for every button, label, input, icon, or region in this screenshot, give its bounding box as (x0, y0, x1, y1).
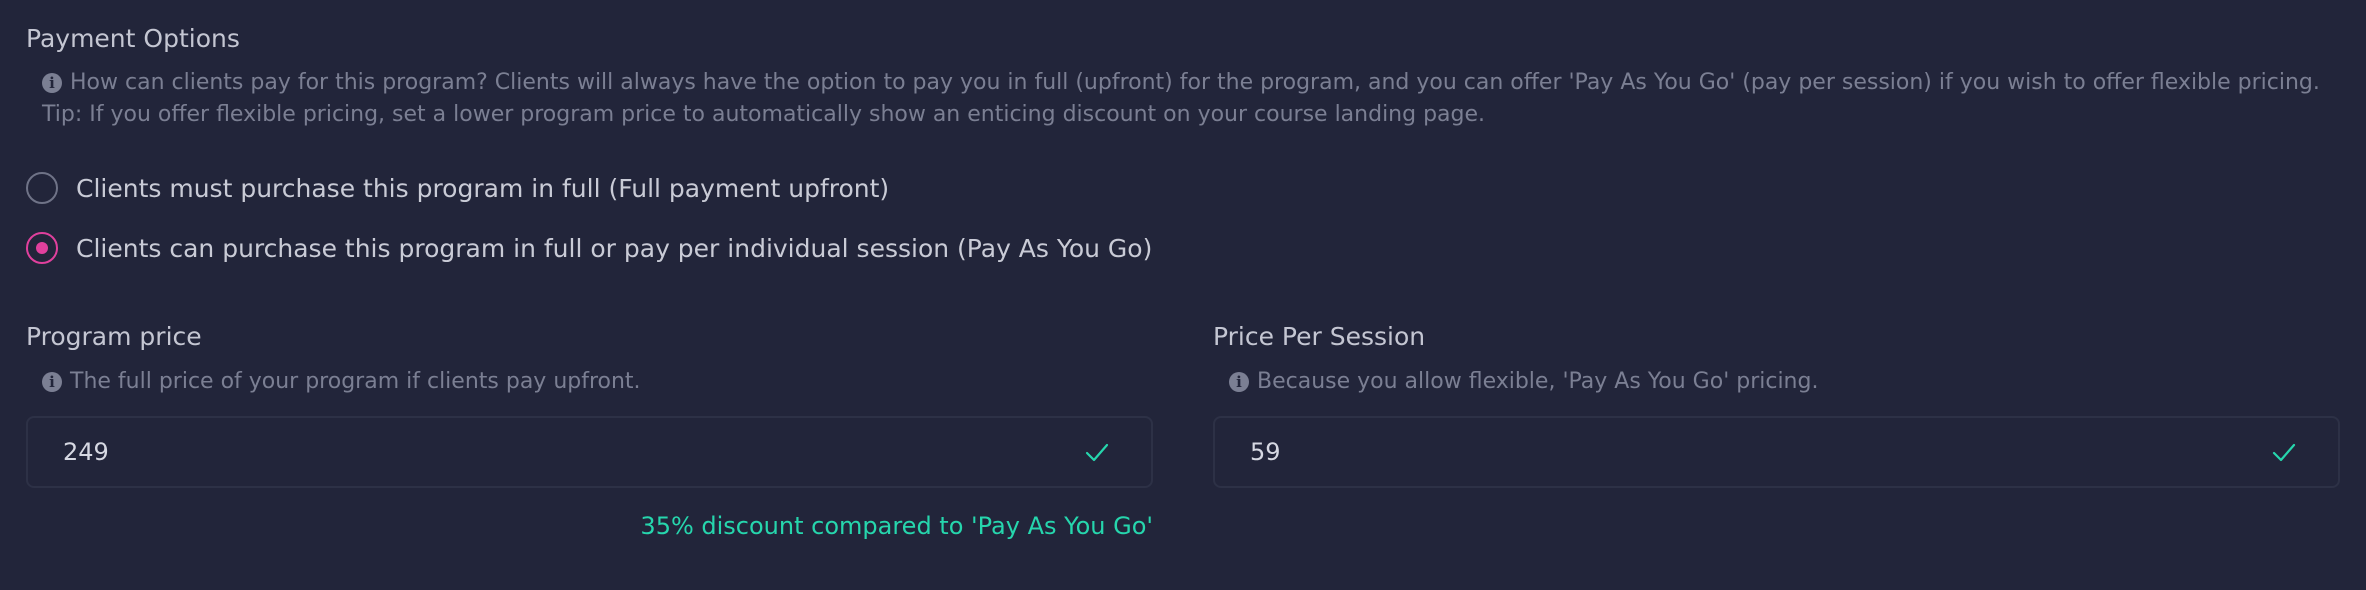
info-icon: i (42, 73, 62, 93)
discount-message: 35% discount compared to 'Pay As You Go' (640, 512, 1153, 540)
price-per-session-help: i Because you allow flexible, 'Pay As You… (1229, 366, 1818, 398)
section-title: Payment Options (26, 24, 240, 53)
payment-options-panel: Payment Options i How can clients pay for… (0, 0, 2366, 590)
payment-help-line-1: How can clients pay for this program? Cl… (70, 70, 2320, 95)
radio-option-pay-as-you-go[interactable]: Clients can purchase this program in ful… (26, 230, 1152, 266)
price-per-session-help-text: Because you allow flexible, 'Pay As You … (1257, 369, 1819, 394)
radio-button-pay-as-you-go[interactable] (26, 232, 58, 264)
payment-help-text: i How can clients pay for this program? C… (42, 67, 2320, 99)
info-icon: i (42, 372, 62, 392)
price-per-session-label: Price Per Session (1213, 322, 1426, 351)
program-price-help: i The full price of your program if clien… (42, 366, 641, 398)
radio-label-full-payment[interactable]: Clients must purchase this program in fu… (76, 174, 889, 203)
price-per-session-input[interactable] (1215, 417, 2264, 487)
radio-button-full-payment[interactable] (26, 172, 58, 204)
info-icon: i (1229, 372, 1249, 392)
program-price-label: Program price (26, 322, 202, 351)
radio-option-full-payment[interactable]: Clients must purchase this program in fu… (26, 170, 889, 206)
check-icon (1085, 443, 1109, 462)
price-per-session-field[interactable] (1213, 416, 2340, 488)
program-price-help-text: The full price of your program if client… (70, 369, 641, 394)
radio-selected-dot (36, 242, 48, 254)
payment-help-tip: Tip: If you offer flexible pricing, set … (42, 102, 1486, 127)
program-price-input[interactable] (28, 417, 1077, 487)
check-icon (2272, 443, 2296, 462)
program-price-field[interactable] (26, 416, 1153, 488)
radio-label-pay-as-you-go[interactable]: Clients can purchase this program in ful… (76, 234, 1152, 263)
